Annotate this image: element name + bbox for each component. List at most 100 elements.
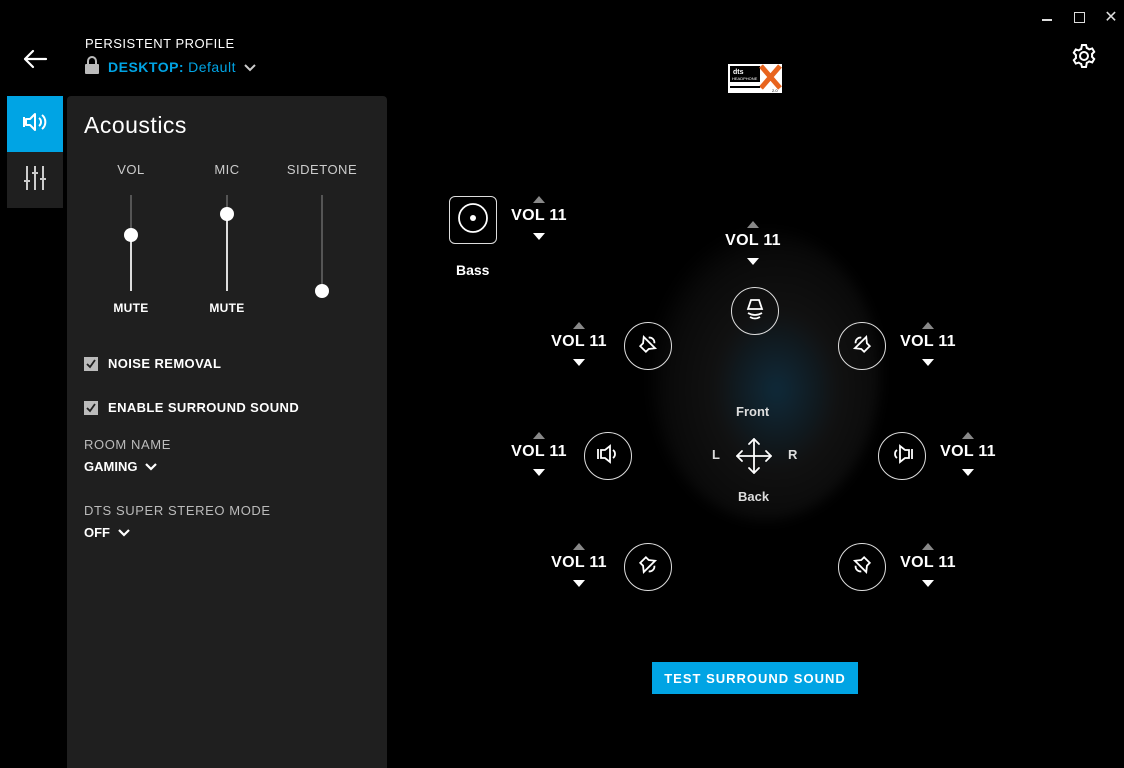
sidetone-slider-thumb[interactable] — [315, 284, 329, 298]
left-label: L — [712, 447, 720, 462]
svg-text:dts: dts — [733, 69, 744, 76]
profile-name: Default — [188, 58, 236, 75]
dts-mode-dropdown[interactable]: OFF — [84, 525, 130, 540]
bass-label: Bass — [456, 262, 490, 278]
settings-gear-icon[interactable] — [1070, 42, 1098, 70]
equalizer-tab[interactable] — [7, 152, 63, 208]
maximize-button[interactable] — [1070, 8, 1088, 26]
side-left-volume-up[interactable] — [533, 432, 545, 439]
side-right-volume-value: VOL 11 — [940, 443, 996, 460]
acoustics-panel: Acoustics VOL MUTE MIC MUTE SIDETONE NOI… — [67, 96, 387, 768]
front-right-volume-up[interactable] — [922, 322, 934, 329]
center-volume-up[interactable] — [747, 221, 759, 228]
close-button[interactable]: ✕ — [1102, 8, 1120, 26]
svg-text:HEADPHONE: HEADPHONE — [732, 76, 758, 81]
chevron-down-icon — [145, 459, 158, 474]
side-left-volume-value: VOL 11 — [511, 443, 567, 460]
dts-mode-label: DTS SUPER STEREO MODE — [84, 503, 271, 518]
side-left-speaker-button[interactable] — [584, 432, 632, 480]
room-name-dropdown[interactable]: GAMING — [84, 459, 158, 474]
rear-right-speaker-icon — [849, 552, 875, 583]
vol-slider-thumb[interactable] — [124, 228, 138, 243]
noise-removal-toggle[interactable]: NOISE REMOVAL — [84, 356, 221, 371]
front-left-volume-down[interactable] — [573, 359, 585, 366]
sidetone-slider-group: SIDETONE — [282, 162, 362, 301]
front-right-volume: VOL 11 — [893, 322, 963, 366]
mic-slider-group: MIC MUTE — [187, 162, 267, 315]
front-right-speaker-icon — [849, 331, 875, 362]
surround-checkbox[interactable] — [84, 400, 98, 415]
lock-icon — [84, 56, 100, 77]
mic-mute-label[interactable]: MUTE — [187, 301, 267, 315]
surround-label: ENABLE SURROUND SOUND — [108, 400, 300, 415]
profile-dropdown[interactable]: DESKTOP: Default — [84, 56, 256, 77]
front-left-speaker-button[interactable] — [624, 322, 672, 370]
nav-rail — [7, 96, 63, 208]
surround-toggle[interactable]: ENABLE SURROUND SOUND — [84, 400, 299, 415]
rear-left-volume: VOL 11 — [544, 543, 614, 587]
side-right-volume-down[interactable] — [962, 469, 974, 476]
rear-right-speaker-button[interactable] — [838, 543, 886, 591]
back-arrow-icon[interactable] — [20, 46, 50, 72]
rear-left-speaker-icon — [635, 552, 661, 583]
bass-volume: VOL 11 — [504, 196, 574, 240]
rear-left-volume-up[interactable] — [573, 543, 585, 550]
equalizer-icon — [23, 165, 47, 196]
rear-left-volume-value: VOL 11 — [551, 554, 607, 571]
side-right-speaker-button[interactable] — [878, 432, 926, 480]
vol-mute-label[interactable]: MUTE — [91, 301, 171, 315]
noise-removal-checkbox[interactable] — [84, 356, 98, 371]
mic-slider-thumb[interactable] — [220, 207, 234, 222]
bass-volume-value: VOL 11 — [511, 207, 567, 224]
rear-right-volume-up[interactable] — [922, 543, 934, 550]
side-right-speaker-icon — [889, 441, 915, 472]
mic-slider-label: MIC — [214, 162, 240, 177]
dts-mode-value: OFF — [84, 525, 110, 540]
vol-slider-fill — [130, 235, 132, 291]
side-left-volume-down[interactable] — [533, 469, 545, 476]
noise-removal-label: NOISE REMOVAL — [108, 356, 222, 371]
front-right-speaker-button[interactable] — [838, 322, 886, 370]
center-volume-value: VOL 11 — [725, 232, 781, 249]
rear-left-volume-down[interactable] — [573, 580, 585, 587]
bass-volume-down[interactable] — [533, 233, 545, 240]
chevron-down-icon — [118, 525, 130, 540]
mic-slider[interactable] — [220, 195, 234, 291]
room-name-value: GAMING — [84, 459, 138, 474]
test-surround-sound-button[interactable]: TEST SURROUND SOUND — [652, 662, 858, 694]
front-right-volume-value: VOL 11 — [900, 333, 956, 350]
vol-slider[interactable] — [124, 195, 138, 291]
side-right-volume: VOL 11 — [933, 432, 1003, 476]
profile-label: PERSISTENT PROFILE — [85, 36, 235, 51]
acoustics-tab[interactable] — [7, 96, 63, 152]
bass-speaker-button[interactable] — [449, 196, 497, 244]
speaker-icon — [21, 108, 49, 141]
front-label: Front — [736, 404, 770, 419]
profile-device: DESKTOP: — [108, 58, 185, 75]
center-speaker-button[interactable] — [731, 287, 779, 335]
sidetone-slider[interactable] — [315, 195, 329, 298]
move-arrows-icon[interactable] — [735, 437, 773, 480]
sidetone-slider-label: SIDETONE — [286, 162, 358, 177]
bass-volume-up[interactable] — [533, 196, 545, 203]
dts-headphone-x-logo: dts HEADPHONE 2.0 — [728, 64, 782, 93]
front-left-speaker-icon — [635, 331, 661, 362]
back-label: Back — [738, 489, 770, 504]
center-volume-down[interactable] — [747, 258, 759, 265]
rear-right-volume-down[interactable] — [922, 580, 934, 587]
chevron-down-icon — [244, 59, 256, 75]
front-left-volume: VOL 11 — [544, 322, 614, 366]
minimize-button[interactable] — [1038, 8, 1056, 26]
panel-title: Acoustics — [84, 112, 187, 138]
rear-left-speaker-button[interactable] — [624, 543, 672, 591]
front-right-volume-down[interactable] — [922, 359, 934, 366]
right-label: R — [788, 447, 798, 462]
front-left-volume-up[interactable] — [573, 322, 585, 329]
svg-text:2.0: 2.0 — [772, 88, 778, 93]
center-volume: VOL 11 — [718, 221, 788, 265]
vol-slider-label: VOL — [117, 162, 145, 177]
side-left-volume: VOL 11 — [504, 432, 574, 476]
side-right-volume-up[interactable] — [962, 432, 974, 439]
side-left-speaker-icon — [595, 441, 621, 472]
vol-slider-group: VOL MUTE — [91, 162, 171, 315]
